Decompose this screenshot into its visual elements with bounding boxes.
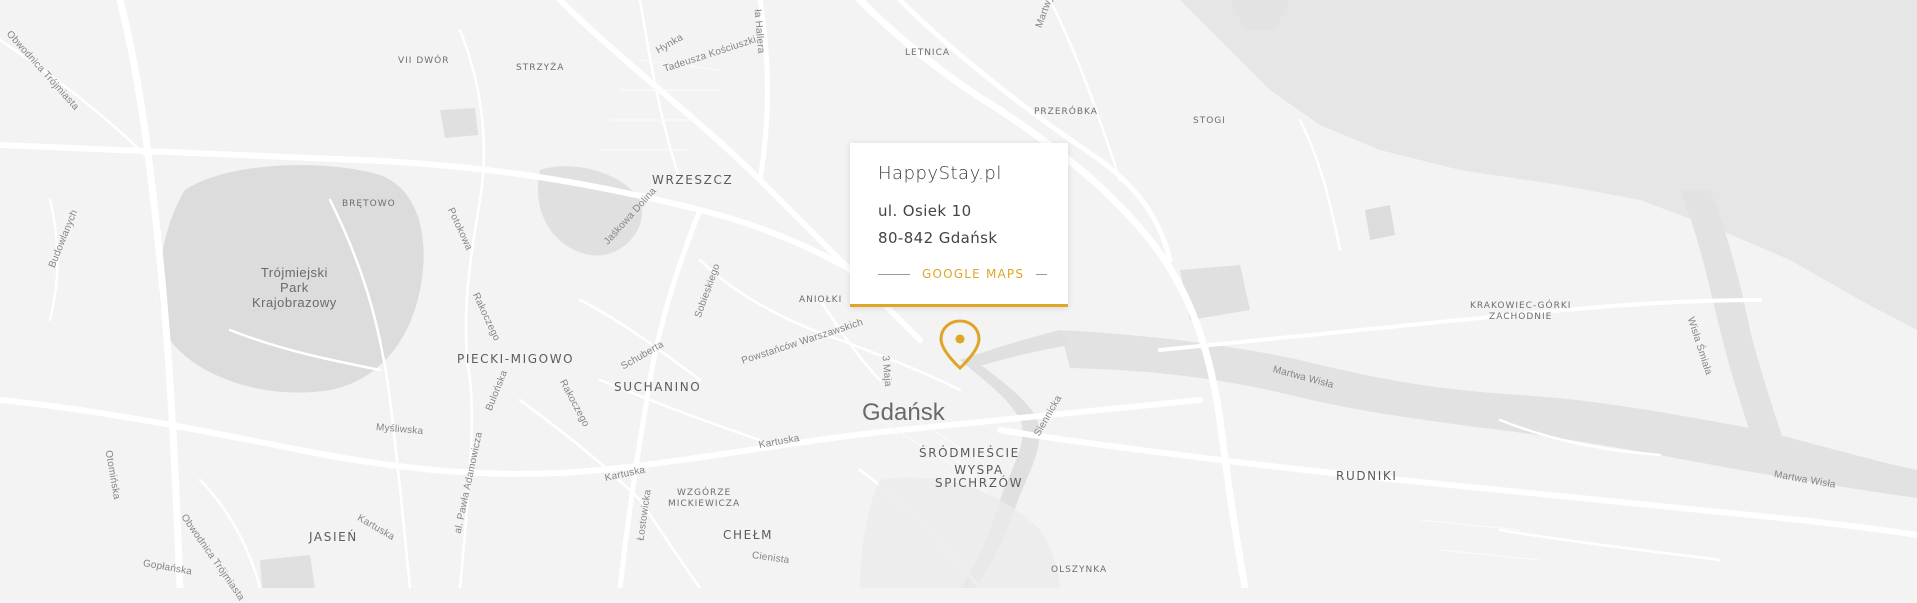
neighborhood-label: LETNICA [905,48,951,58]
park-label: Trójmiejski Park Krajobrazowy [252,265,337,310]
neighborhood-label: KRAKOWIEC-GÓRKI ZACHODNIE [1470,301,1572,322]
neighborhood-label: BRĘTOWO [342,199,396,209]
district-label: PIECKI-MIGOWO [457,352,575,366]
neighborhood-label: ANIOŁKI [799,295,843,305]
street-address: ul. Osiek 10 [878,202,972,220]
google-maps-link[interactable]: GOOGLE MAPS [922,267,1024,281]
neighborhood-label: STOGI [1193,116,1226,126]
divider-line [878,273,910,275]
business-name: HappyStay.pl [878,163,1002,184]
district-label: CHEŁM [723,528,774,542]
divider-line [1036,273,1048,275]
location-pin-icon[interactable] [937,318,983,372]
neighborhood-label: PRZERÓBKA [1034,107,1098,117]
location-info-card: HappyStay.pl ul. Osiek 10 80-842 Gdańsk … [850,143,1068,307]
postal-address: 80-842 Gdańsk [878,229,998,247]
neighborhood-label: OLSZYNKA [1051,565,1108,575]
google-maps-link-row: GOOGLE MAPS [878,267,1048,281]
district-label: WRZESZCZ [652,173,734,187]
district-label: JASIEŃ [309,530,358,544]
neighborhood-label: STRZYŻA [516,63,565,73]
neighborhood-label: WZGÓRZE MICKIEWICZA [668,488,741,509]
district-label: RUDNIKI [1336,469,1398,483]
district-label: ŚRÓDMIEŚCIE [919,446,1020,460]
district-label: SUCHANINO [614,380,702,394]
district-label: WYSPA SPICHRZÓW [935,463,1024,490]
neighborhood-label: VII DWÓR [398,56,450,66]
city-label: Gdańsk [862,399,945,426]
